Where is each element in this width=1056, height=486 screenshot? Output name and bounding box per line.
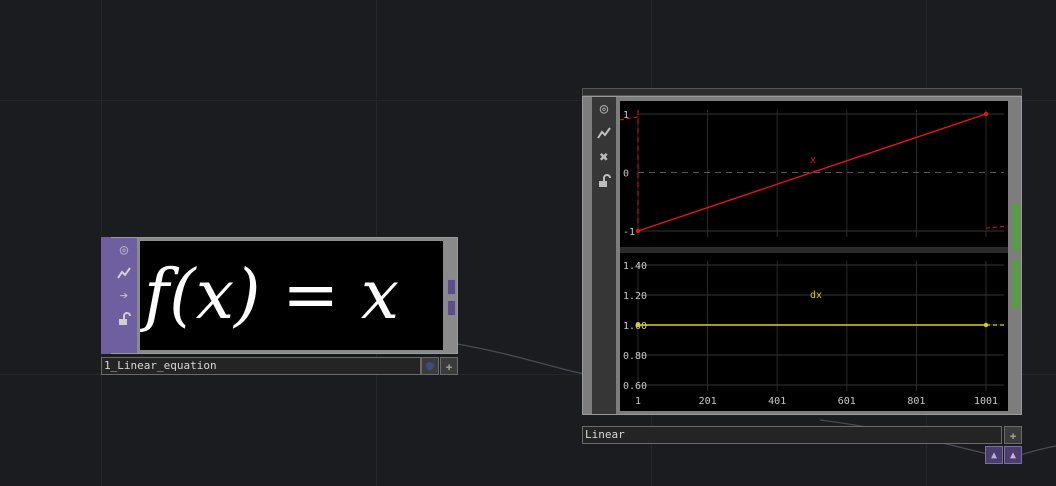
up-arrow-icon: ▲	[990, 449, 998, 461]
chop-node[interactable]: ◎ ✖ 1 0 -1 x 1.40 1.20 1.00 0.80 0.60 dx 1 201 401 60…	[582, 88, 1024, 446]
text-node[interactable]: ◎ ➔ f(x) = x 1_Linear_equation ✚	[101, 237, 458, 375]
chop-node-name[interactable]: Linear	[582, 426, 1002, 444]
x-tick-label: 1	[635, 396, 641, 407]
output-tab[interactable]	[447, 300, 456, 316]
series-point-x	[983, 111, 989, 117]
viewer-toggle-button[interactable]	[421, 357, 439, 375]
chop-node-topbar	[582, 88, 1022, 96]
x-tick-label: 401	[768, 396, 786, 407]
series-label-x: x	[810, 155, 816, 166]
wire-text-to-chop	[456, 343, 586, 375]
wire-chop-out-2	[1019, 445, 1056, 456]
add-button[interactable]: ✚	[1004, 426, 1022, 444]
y-tick-label: 0	[623, 169, 629, 180]
x-tick-label: 601	[838, 396, 856, 407]
y-tick-label: 1.00	[623, 321, 647, 332]
series-point-dx	[635, 322, 641, 328]
lock-icon[interactable]	[113, 308, 135, 330]
text-node-viewer: f(x) = x	[140, 241, 443, 350]
panel-divider	[620, 247, 1008, 253]
x-tick-label: 801	[907, 396, 925, 407]
x-tick-label: 201	[699, 396, 717, 407]
target-icon[interactable]: ◎	[113, 239, 135, 261]
waveform-icon[interactable]	[593, 122, 615, 144]
y-tick-label: 0.80	[623, 351, 647, 362]
viewer-flag-bottom	[1012, 260, 1020, 309]
lock-icon[interactable]	[593, 170, 615, 192]
plus-icon: ✚	[445, 359, 453, 373]
y-tick-label: -1	[623, 227, 635, 238]
y-tick-label: 1.40	[623, 261, 647, 272]
output-button-2[interactable]: ▲	[1004, 446, 1022, 464]
viewer-flag-top	[1012, 204, 1020, 251]
target-icon[interactable]: ◎	[593, 98, 615, 120]
output-button-1[interactable]: ▲	[985, 446, 1003, 464]
add-button[interactable]: ✚	[440, 357, 458, 375]
plus-icon: ✚	[1009, 428, 1017, 442]
y-tick-label: 1.20	[623, 291, 647, 302]
up-arrow-icon: ▲	[1009, 449, 1017, 461]
circle-icon	[426, 362, 434, 370]
text-node-name[interactable]: 1_Linear_equation	[101, 357, 421, 375]
waveform-icon[interactable]	[113, 262, 135, 284]
y-tick-label: 0.60	[623, 381, 647, 392]
input-tab[interactable]	[447, 279, 456, 295]
equation-text: f(x) = x	[144, 256, 400, 335]
text-node-accent-bar	[101, 237, 111, 354]
close-icon[interactable]: ✖	[593, 146, 615, 168]
chop-node-sidebar	[592, 97, 616, 414]
chop-viewer: 10-1x1.401.201.000.800.60dx1 201 401 601 801…	[620, 101, 1008, 411]
series-label-dx: dx	[810, 290, 822, 301]
x-tick-label: 1001	[974, 396, 998, 407]
arrow-right-icon[interactable]: ➔	[113, 285, 135, 307]
